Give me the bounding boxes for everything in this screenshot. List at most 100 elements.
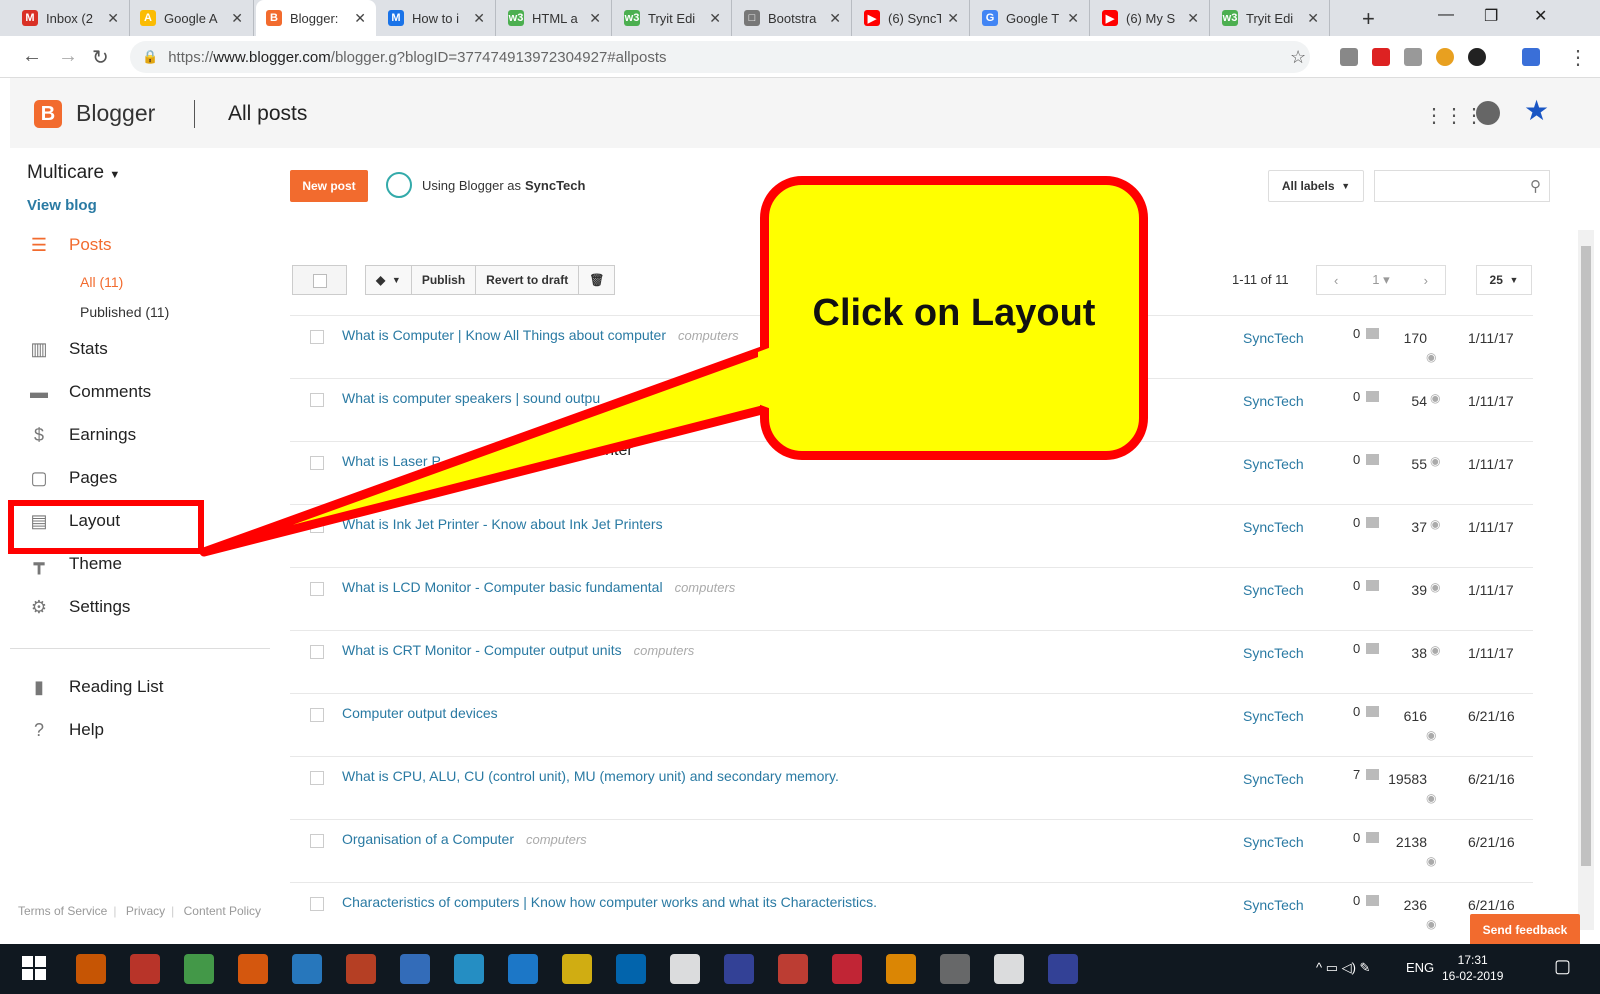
post-checkbox[interactable] <box>310 582 324 596</box>
post-title[interactable]: Characteristics of computers | Know how … <box>342 894 877 910</box>
app-name[interactable]: Blogger <box>76 100 155 127</box>
delete-button[interactable]: 🗑 <box>579 266 614 294</box>
sidebar-item-reading-list[interactable]: ▮ Reading List <box>27 674 163 700</box>
post-title[interactable]: What is LCD Monitor - Computer basic fun… <box>342 579 663 595</box>
post-row[interactable]: Computer output devices SyncTech 0 616 ◉ 6/21… <box>290 693 1533 756</box>
file-explorer-icon[interactable] <box>562 954 592 984</box>
post-title[interactable]: What is computer speakers | sound outpu <box>342 390 600 406</box>
post-checkbox[interactable] <box>310 834 324 848</box>
extension-icon[interactable] <box>1522 48 1540 66</box>
post-title-link[interactable]: What is Computer | Know All Things about… <box>342 327 739 343</box>
privacy-link[interactable]: Privacy <box>126 904 165 918</box>
browser-tab[interactable]: G Google T ✕ <box>972 0 1090 36</box>
bookmark-star-icon[interactable]: ☆ <box>1290 47 1306 68</box>
post-author[interactable]: SyncTech <box>1243 708 1304 724</box>
menu-kebab-icon[interactable]: ⋮ <box>1568 45 1588 70</box>
terms-link[interactable]: Terms of Service <box>18 904 107 918</box>
post-label[interactable]: computers <box>675 580 736 595</box>
sidebar-item-comments[interactable]: ▬ Comments <box>27 379 151 405</box>
tab-close-icon[interactable]: ✕ <box>354 10 366 27</box>
xampp-icon[interactable] <box>238 954 268 984</box>
send-feedback-button[interactable]: Send feedback <box>1470 914 1580 946</box>
post-checkbox[interactable] <box>310 456 324 470</box>
browser-tab[interactable]: w3 HTML a ✕ <box>498 0 612 36</box>
post-author[interactable]: SyncTech <box>1243 456 1304 472</box>
clock[interactable]: 17:31 16-02-2019 <box>1442 952 1503 984</box>
apps-grid-icon[interactable]: ⋮⋮⋮ <box>1424 103 1484 128</box>
post-author[interactable]: SyncTech <box>1243 645 1304 661</box>
next-page-icon[interactable]: › <box>1424 273 1428 288</box>
post-checkbox[interactable] <box>310 519 324 533</box>
post-author[interactable]: SyncTech <box>1243 330 1304 346</box>
powerpoint-icon[interactable] <box>346 954 376 984</box>
post-row[interactable]: Characteristics of computers | Know how … <box>290 882 1533 945</box>
scrollbar[interactable] <box>1578 230 1594 930</box>
post-label[interactable]: computers <box>634 643 695 658</box>
post-title-link[interactable]: Computer output devices <box>342 705 498 721</box>
post-checkbox[interactable] <box>310 330 324 344</box>
search-icon[interactable]: ⚲ <box>1530 177 1541 195</box>
post-row[interactable]: What is CPU, ALU, CU (control unit), MU … <box>290 756 1533 819</box>
calculator-icon[interactable] <box>994 954 1024 984</box>
prev-page-icon[interactable]: ‹ <box>1334 273 1338 288</box>
sidebar-item-help[interactable]: ? Help <box>27 717 104 743</box>
post-title[interactable]: Computer output devices <box>342 705 498 721</box>
search-input[interactable]: ⚲ <box>1374 170 1550 202</box>
post-checkbox[interactable] <box>310 645 324 659</box>
post-title-link[interactable]: What is CPU, ALU, CU (control unit), MU … <box>342 768 839 784</box>
post-title-link[interactable]: What is CRT Monitor - Computer output un… <box>342 642 694 658</box>
labels-dropdown[interactable]: All labels ▼ <box>1268 170 1364 202</box>
sidebar-item-earnings[interactable]: $ Earnings <box>27 422 136 448</box>
post-label[interactable]: computers <box>678 328 739 343</box>
post-author[interactable]: SyncTech <box>1243 519 1304 535</box>
post-author[interactable]: SyncTech <box>1243 393 1304 409</box>
tab-close-icon[interactable]: ✕ <box>1067 10 1079 27</box>
post-title[interactable]: What is Computer | Know All Things about… <box>342 327 666 343</box>
post-title[interactable]: What is Ink Jet Printer - Know about Ink… <box>342 516 663 532</box>
notepad-icon[interactable] <box>184 954 214 984</box>
blog-selector[interactable]: Multicare ▼ <box>27 162 120 184</box>
browser-tab[interactable]: M How to i ✕ <box>378 0 496 36</box>
tray-icons[interactable]: ^ ▭ ◁) ✎ <box>1316 960 1370 976</box>
post-title[interactable]: Organisation of a Computer <box>342 831 514 847</box>
sidebar-item-posts[interactable]: ☰ Posts <box>27 232 112 258</box>
app-icon[interactable] <box>292 954 322 984</box>
tab-close-icon[interactable]: ✕ <box>473 10 485 27</box>
post-title-link[interactable]: What is LCD Monitor - Computer basic fun… <box>342 579 735 595</box>
illustrator-icon[interactable] <box>940 954 970 984</box>
minimize-icon[interactable]: — <box>1438 6 1454 24</box>
post-author[interactable]: SyncTech <box>1243 897 1304 913</box>
browser-tab[interactable]: □ Bootstra ✕ <box>734 0 852 36</box>
post-title-link[interactable]: Characteristics of computers | Know how … <box>342 894 877 910</box>
notifications-icon[interactable] <box>1476 101 1500 125</box>
app-icon[interactable] <box>130 954 160 984</box>
view-blog-link[interactable]: View blog <box>27 197 97 214</box>
browser-tab[interactable]: ▶ (6) SyncT ✕ <box>854 0 970 36</box>
browser-tab[interactable]: A Google A ✕ <box>130 0 254 36</box>
browser-tab[interactable]: B Blogger: ✕ <box>256 0 376 36</box>
post-author[interactable]: SyncTech <box>1243 771 1304 787</box>
browser-tab[interactable]: w3 Tryit Edi ✕ <box>1212 0 1330 36</box>
notification-center-icon[interactable]: ▢ <box>1554 956 1571 977</box>
app-icon[interactable] <box>724 954 754 984</box>
tab-close-icon[interactable]: ✕ <box>1307 10 1319 27</box>
chrome-icon[interactable] <box>832 954 862 984</box>
sidebar-subitem-all[interactable]: All (11) <box>80 274 123 290</box>
post-title[interactable]: What is CPU, ALU, CU (control unit), MU … <box>342 768 839 784</box>
back-arrow-icon[interactable]: ← <box>22 45 42 68</box>
app-icon[interactable] <box>400 954 430 984</box>
address-bar[interactable]: 🔒 https://www.blogger.com/blogger.g?blog… <box>130 41 1310 73</box>
post-row[interactable]: What is Ink Jet Printer - Know about Ink… <box>290 504 1533 567</box>
select-all-checkbox[interactable] <box>292 265 347 295</box>
post-checkbox[interactable] <box>310 393 324 407</box>
profile-extension-icon[interactable] <box>1468 48 1486 66</box>
post-author[interactable]: SyncTech <box>1243 834 1304 850</box>
label-tag-button[interactable]: ◆ ▼ <box>366 266 412 294</box>
extension-icon[interactable] <box>1436 48 1454 66</box>
cart-extension-icon[interactable] <box>1404 48 1422 66</box>
post-checkbox[interactable] <box>310 771 324 785</box>
language-indicator[interactable]: ENG <box>1406 960 1434 975</box>
browser-tab[interactable]: M Inbox (2 ✕ <box>12 0 130 36</box>
sidebar-item-stats[interactable]: ▥ Stats <box>27 336 107 362</box>
tab-close-icon[interactable]: ✕ <box>589 10 601 27</box>
